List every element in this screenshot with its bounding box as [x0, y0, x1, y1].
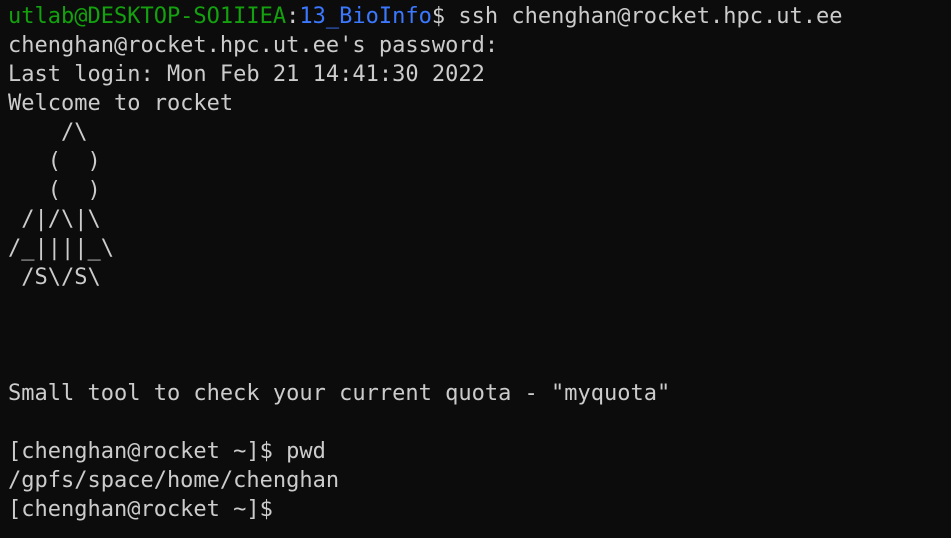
- welcome-line: Welcome to rocket: [8, 91, 234, 116]
- text-cursor[interactable]: [286, 496, 298, 520]
- rocket-art-line-6: /S\/S\: [8, 265, 101, 290]
- pwd-output-line: /gpfs/space/home/chenghan: [8, 468, 340, 493]
- rocket-art-line-2: ( ): [8, 149, 101, 174]
- prompt-symbol: $: [431, 4, 446, 29]
- last-login-line: Last login: Mon Feb 21 14:41:30 2022: [8, 62, 485, 87]
- rocket-art-line-1: /\: [8, 120, 88, 145]
- quota-tip-line: Small tool to check your current quota -…: [8, 381, 671, 406]
- password-prompt: chenghan@rocket.hpc.ut.ee's password:: [8, 33, 499, 58]
- pwd-command-line: [chenghan@rocket ~]$ pwd: [8, 439, 326, 464]
- rocket-art-line-4: /|/\|\: [8, 207, 101, 232]
- prompt-separator: :: [286, 4, 300, 29]
- terminal-window[interactable]: utlab@DESKTOP-SO1IIEA:13_BioInfo$ ssh ch…: [0, 0, 951, 538]
- rocket-art-line-5: /_||||_\: [8, 236, 114, 261]
- rocket-art-line-3: ( ): [8, 178, 101, 203]
- current-prompt: [chenghan@rocket ~]$: [8, 497, 287, 522]
- local-cwd: 13_BioInfo: [299, 4, 432, 29]
- local-prompt-line: utlab@DESKTOP-SO1IIEA:13_BioInfo$ ssh ch…: [8, 2, 951, 31]
- local-user-host: utlab@DESKTOP-SO1IIEA: [8, 4, 287, 29]
- ssh-command: ssh chenghan@rocket.hpc.ut.ee: [445, 4, 843, 29]
- current-prompt-line[interactable]: [chenghan@rocket ~]$: [8, 495, 951, 524]
